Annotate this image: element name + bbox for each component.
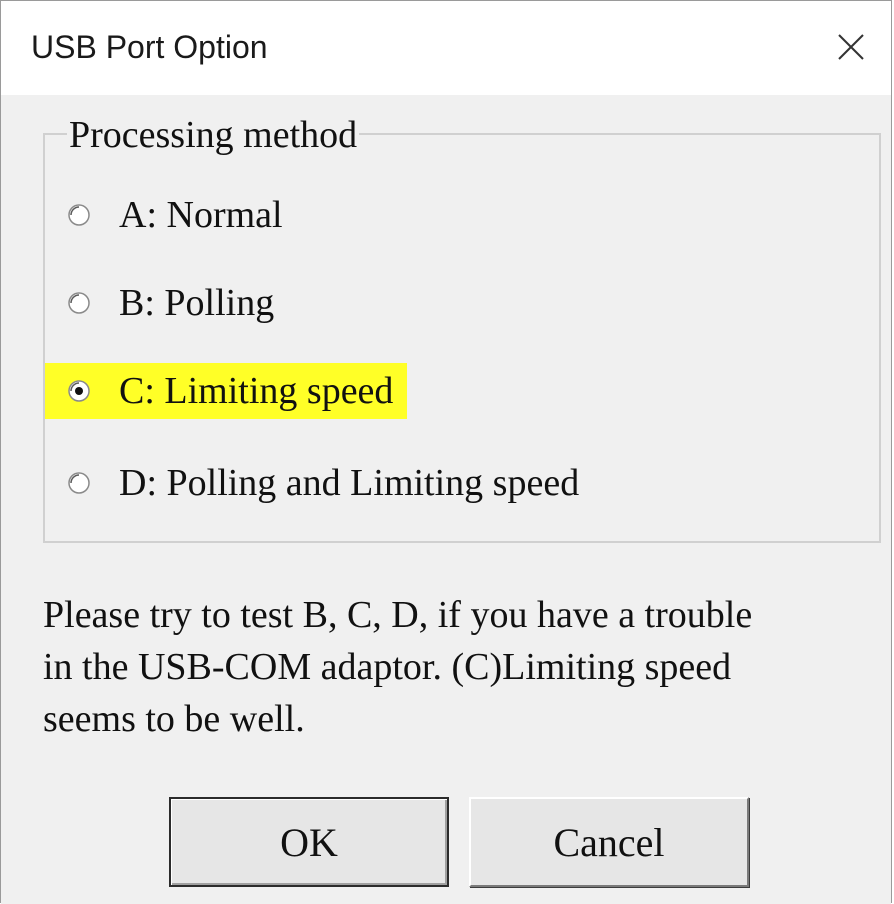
radio-button-selected-icon[interactable] [67, 379, 91, 403]
title-bar[interactable]: USB Port Option [1, 1, 891, 95]
group-legend: Processing method [67, 113, 360, 157]
radio-label-a: A: Normal [119, 194, 283, 236]
window-title: USB Port Option [31, 29, 268, 65]
radio-label-b: B: Polling [119, 282, 275, 324]
cancel-button[interactable]: Cancel [469, 797, 749, 887]
radio-option-b[interactable]: B: Polling [67, 275, 274, 331]
help-text-line: Please try to test B, C, D, if you have … [43, 594, 753, 636]
close-button[interactable] [825, 21, 877, 73]
radio-button-icon[interactable] [67, 291, 91, 315]
ok-button[interactable]: OK [169, 797, 449, 887]
help-text-line: in the USB-COM adaptor. (C)Limiting spee… [43, 646, 732, 688]
dialog-window: USB Port Option Processing method A: Nor… [0, 0, 892, 904]
radio-button-icon[interactable] [67, 203, 91, 227]
radio-option-c[interactable]: C: Limiting speed [45, 363, 408, 419]
help-text-line: seems to be well. [43, 698, 305, 740]
radio-label-d: D: Polling and Limiting speed [119, 462, 580, 504]
radio-label-c: C: Limiting speed [119, 370, 394, 412]
help-text: Please try to test B, C, D, if you have … [43, 589, 883, 745]
radio-option-d[interactable]: D: Polling and Limiting speed [67, 455, 579, 511]
close-icon [838, 34, 864, 60]
radio-option-a[interactable]: A: Normal [67, 187, 283, 243]
dialog-body: Processing method A: Normal B: Polling C… [1, 95, 891, 904]
radio-button-icon[interactable] [67, 471, 91, 495]
